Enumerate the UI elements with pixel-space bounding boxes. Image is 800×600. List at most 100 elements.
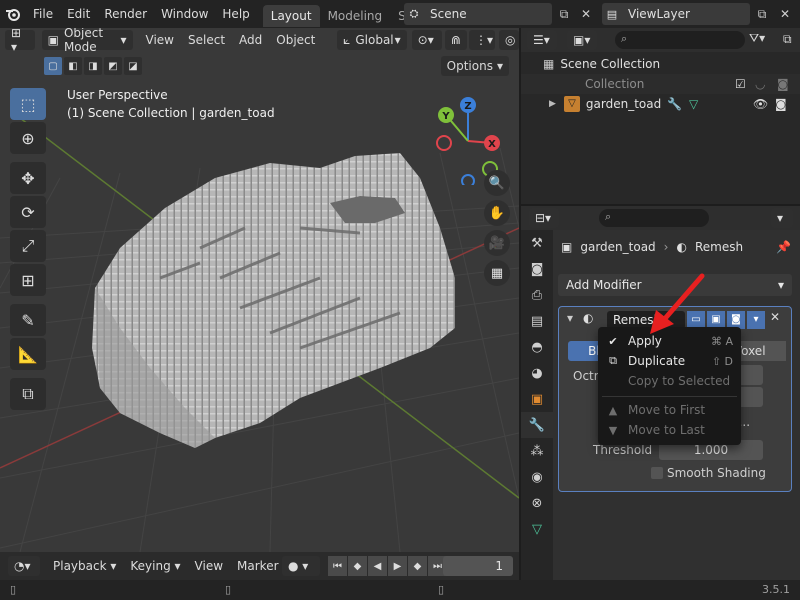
jump-keyframe-back-icon[interactable]: ◆ (348, 556, 367, 576)
viewlayer-selector[interactable]: ▤ ViewLayer (602, 3, 750, 25)
render-icon[interactable]: ◙ (777, 77, 789, 91)
hide-icon[interactable]: ◡ (755, 77, 765, 91)
play-reverse-icon[interactable]: ◀ (368, 556, 387, 576)
mouse-left-icon: ▯ (10, 583, 17, 596)
timeline-editor-type-icon[interactable]: ◔▾ (8, 556, 40, 576)
outliner-search-input[interactable]: ⌕ (615, 31, 745, 49)
menu-item-duplicate[interactable]: ⧉ Duplicate ⇧ D (598, 351, 741, 371)
menu-file[interactable]: File (26, 0, 60, 28)
delete-modifier-icon[interactable]: ✕ (770, 310, 780, 324)
measure-tool-icon[interactable]: 📐 (10, 338, 46, 370)
display-mode-icon[interactable]: ▣▾ (567, 30, 597, 50)
snap-options-icon[interactable]: ⋮▾ (469, 30, 495, 50)
select-subtract-icon[interactable]: ◨ (84, 57, 102, 75)
transform-tool-icon[interactable]: ⊞ (10, 264, 46, 296)
blender-logo-icon[interactable] (0, 0, 26, 28)
snap-toggle-icon[interactable]: ⋒ (445, 30, 467, 50)
new-scene-icon[interactable]: ⧉ (554, 4, 574, 24)
menu-render[interactable]: Render (97, 0, 154, 28)
breadcrumb-object: garden_toad (580, 240, 656, 254)
menu-window[interactable]: Window (154, 0, 215, 28)
annotate-tool-icon[interactable]: ✎ (10, 304, 46, 336)
render-tab-icon[interactable]: ◙ (521, 256, 553, 282)
cursor-tool-icon[interactable]: ⊕ (10, 122, 46, 154)
remove-viewlayer-icon[interactable]: ✕ (775, 4, 795, 24)
menu-add[interactable]: Add (232, 33, 269, 47)
camera-icon[interactable]: ◙ (775, 97, 787, 111)
outliner-object-garden-toad[interactable]: ▶ ▽ garden_toad 🔧 ▽ 👁 ◙ (521, 94, 800, 114)
expand-arrow-icon[interactable]: ▶ (549, 99, 556, 109)
menu-playback[interactable]: Playback ▾ (46, 559, 123, 573)
tab-modeling[interactable]: Modeling (320, 5, 391, 27)
mode-dropdown[interactable]: ▣ Object Mode ▾ (41, 28, 133, 54)
constraints-tab-icon[interactable]: ⊗ (521, 490, 553, 516)
outliner-collection[interactable]: Collection ☑ ◡ ◙ (521, 74, 800, 94)
modifier-tab-icon[interactable]: 🔧 (521, 412, 553, 438)
collapse-chevron-icon[interactable]: ▾ (567, 311, 573, 325)
modifier-menu-chevron-icon[interactable]: ▾ (747, 311, 765, 329)
scale-tool-icon[interactable]: ⤢ (10, 230, 46, 262)
select-box-tool-icon[interactable]: ⬚ (10, 88, 46, 120)
select-invert-icon[interactable]: ◩ (104, 57, 122, 75)
properties-search-input[interactable]: ⌕ (599, 209, 709, 227)
object-tab-icon[interactable]: ▣ (521, 386, 553, 412)
view-layer-tab-icon[interactable]: ▤ (521, 308, 553, 334)
move-tool-icon[interactable]: ✥ (10, 162, 46, 194)
rotate-tool-icon[interactable]: ⟳ (10, 196, 46, 228)
menu-marker[interactable]: Marker (230, 559, 285, 573)
options-dropdown[interactable]: Options ▾ (440, 56, 509, 76)
play-icon[interactable]: ▶ (388, 556, 407, 576)
camera-view-icon[interactable]: 🎥 (484, 230, 510, 256)
eye-icon[interactable]: 👁 (753, 97, 768, 111)
tool-tab-icon[interactable]: ⚒ (521, 230, 553, 256)
menu-view[interactable]: View (139, 33, 181, 47)
remove-scene-icon[interactable]: ✕ (576, 4, 596, 24)
new-viewlayer-icon[interactable]: ⧉ (752, 4, 772, 24)
properties-options-icon[interactable]: ▾ (771, 208, 793, 228)
new-collection-icon[interactable]: ⧉ (783, 32, 792, 47)
add-cube-tool-icon[interactable]: ⧉ (10, 378, 46, 410)
current-frame-field[interactable]: 1 (443, 556, 513, 576)
menu-item-move-to-last[interactable]: ▼ Move to Last (598, 420, 741, 440)
checkbox-checked-icon[interactable]: ☑ (735, 77, 746, 91)
smooth-shading-checkbox[interactable] (651, 467, 663, 479)
select-new-icon[interactable]: ▢ (44, 57, 62, 75)
select-extend-icon[interactable]: ◧ (64, 57, 82, 75)
record-keyframe-icon[interactable]: ● ▾ (282, 556, 320, 576)
editor-type-dropdown[interactable]: ⊞ ▾ (4, 28, 36, 54)
output-tab-icon[interactable]: ⎙ (521, 282, 553, 308)
menu-item-copy-to-selected[interactable]: Copy to Selected (598, 371, 741, 391)
select-intersect-icon[interactable]: ◪ (124, 57, 142, 75)
mouse-middle-icon: ▯ (225, 583, 232, 596)
3d-viewport[interactable]: ⊞ ▾ ▣ Object Mode ▾ View Select Add Obje… (0, 28, 519, 552)
perspective-grid-icon[interactable]: ▦ (484, 260, 510, 286)
menu-select[interactable]: Select (181, 33, 232, 47)
jump-keyframe-forward-icon[interactable]: ◆ (408, 556, 427, 576)
world-tab-icon[interactable]: ◕ (521, 360, 553, 386)
jump-start-icon[interactable]: ⏮ (328, 556, 347, 576)
selection-mode-group: ▢ ◧ ◨ ◩ ◪ (44, 57, 142, 75)
mode-label: Object Mode (63, 28, 104, 54)
particles-tab-icon[interactable]: ⁂ (521, 438, 553, 464)
scene-tab-icon[interactable]: ◓ (521, 334, 553, 360)
outliner-editor-type-icon[interactable]: ☰▾ (527, 30, 557, 50)
zoom-icon[interactable]: 🔍 (484, 170, 510, 196)
menu-keying[interactable]: Keying ▾ (123, 559, 187, 573)
physics-tab-icon[interactable]: ◉ (521, 464, 553, 490)
menu-object[interactable]: Object (269, 33, 322, 47)
outliner-scene-collection[interactable]: ▦ Scene Collection (521, 54, 800, 74)
pin-icon[interactable]: 📌 (776, 240, 791, 254)
data-tab-icon[interactable]: ▽ (521, 516, 553, 542)
scene-selector[interactable]: ⛭ Scene (404, 3, 552, 25)
menu-edit[interactable]: Edit (60, 0, 97, 28)
menu-timeline-view[interactable]: View (188, 559, 230, 573)
proportional-edit-icon[interactable]: ◎ (499, 30, 519, 50)
filter-icon[interactable]: ⛛▾ (749, 31, 765, 46)
tab-layout[interactable]: Layout (262, 5, 320, 27)
menu-item-move-to-first[interactable]: ▲ Move to First (598, 400, 741, 420)
pan-hand-icon[interactable]: ✋ (484, 200, 510, 226)
pivot-dropdown[interactable]: ⊙▾ (411, 30, 442, 50)
orientation-dropdown[interactable]: ⟀ Global ▾ (337, 30, 407, 50)
properties-editor-type-icon[interactable]: ⊟▾ (529, 208, 559, 228)
menu-help[interactable]: Help (215, 0, 256, 28)
